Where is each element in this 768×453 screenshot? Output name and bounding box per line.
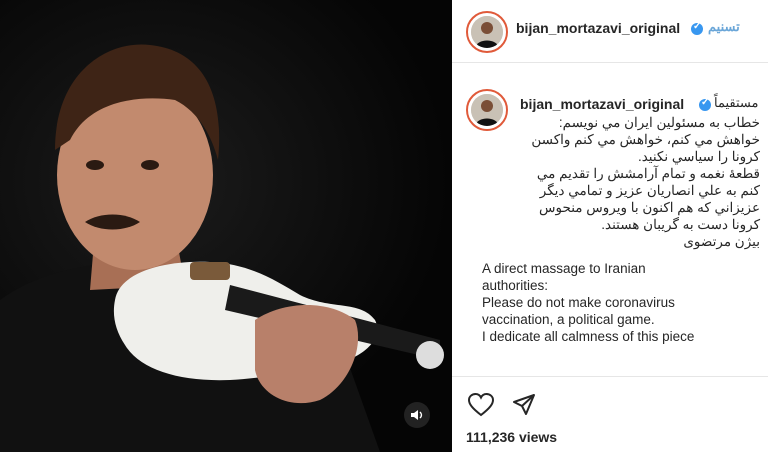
- watermark-logo: تسنیم: [708, 19, 740, 34]
- avatar-image: [471, 16, 503, 48]
- caption-line: بیژن مرتضوی: [683, 234, 760, 249]
- caption-line: A direct massage to Iranian: [482, 261, 646, 276]
- live-label: مستقیماً: [714, 95, 759, 110]
- post-side-panel: bijan_mortazavi_original تسنیم bijan_mor…: [452, 0, 768, 452]
- verified-badge-icon: [691, 21, 703, 35]
- paper-plane-icon[interactable]: [512, 393, 536, 417]
- caption-line: کرونا را سیاسي نکنید.: [637, 149, 760, 164]
- speaker-icon: [411, 410, 423, 420]
- post-caption: خطاب به مسئولین ایران مي نویسم: خواهش مي…: [482, 114, 768, 396]
- post-header: bijan_mortazavi_original تسنیم: [452, 0, 768, 63]
- caption-line: vaccination, a political game.: [482, 312, 655, 327]
- caption-username[interactable]: bijan_mortazavi_original: [520, 96, 684, 112]
- caption-line: خطاب به مسئولین ایران مي نویسم:: [558, 115, 760, 130]
- caption-line: عزیزاني که هم اکنون با ویروس منحوس: [539, 200, 760, 215]
- caption-line: کرونا دست به گریبان هستند.: [601, 217, 760, 232]
- post-actions: 111,236 views: [452, 376, 768, 453]
- view-count: 111,236 views: [466, 429, 558, 445]
- violinist-illustration: [0, 44, 444, 452]
- avatar[interactable]: [466, 11, 508, 53]
- caption-line: Please do not make coronavirus: [482, 295, 675, 310]
- header-username[interactable]: bijan_mortazavi_original: [516, 20, 680, 36]
- caption-english: A direct massage to Iranian authorities:…: [482, 260, 768, 345]
- sound-toggle-button[interactable]: [404, 402, 430, 428]
- caption-persian: خطاب به مسئولین ایران مي نویسم: خواهش مي…: [482, 114, 768, 250]
- caption-line: authorities:: [482, 278, 549, 293]
- caption-line: خواهش مي کنم، خواهش مي کنم واکسن: [531, 132, 760, 147]
- instagram-post-frame: bijan_mortazavi_original تسنیم bijan_mor…: [0, 0, 768, 452]
- caption-line: کنم به علي انصاریان عزیز و تمامي دیگر: [539, 183, 760, 198]
- post-image[interactable]: [0, 0, 452, 452]
- caption-line: I dedicate all calmness of this piece: [482, 329, 695, 344]
- verified-badge-icon: [699, 97, 711, 111]
- heart-icon[interactable]: [468, 393, 494, 417]
- caption-line: قطعهٔ نغمه و تمام آرامشش را تقدیم مي: [536, 166, 760, 181]
